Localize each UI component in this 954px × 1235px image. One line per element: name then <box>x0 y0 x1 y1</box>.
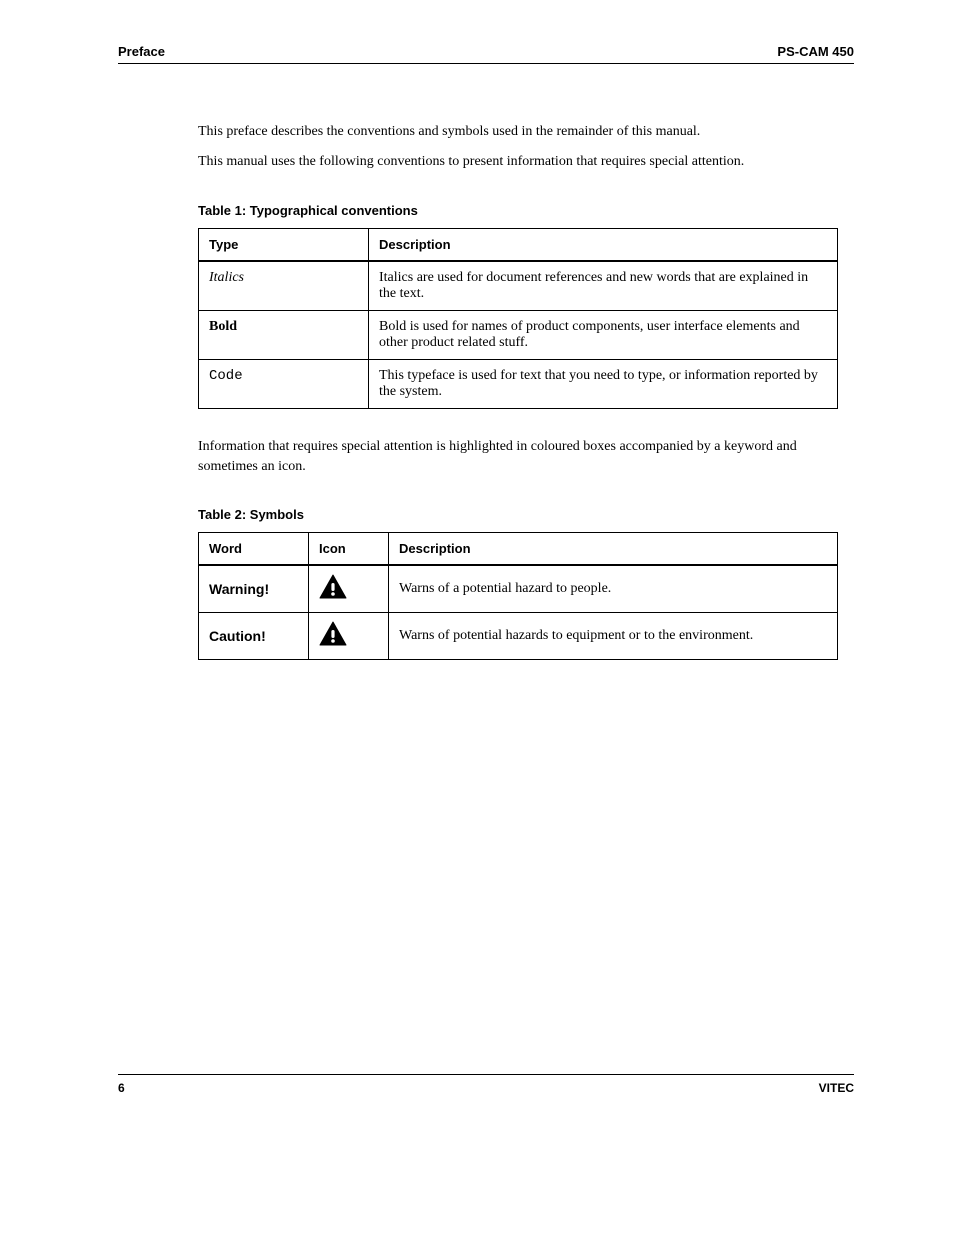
intro-paragraph-3: Information that requires special attent… <box>198 437 834 478</box>
intro-paragraph-1: This preface describes the conventions a… <box>198 122 834 142</box>
typographical-conventions-table: Type Description Italics Italics are use… <box>198 228 838 409</box>
table2-r0-word: Warning! <box>199 565 309 613</box>
warning-icon <box>319 621 347 651</box>
table1-r0-desc: Italics are used for document references… <box>369 261 838 311</box>
bold-label: Bold <box>209 319 237 334</box>
header-left: Preface <box>118 44 165 59</box>
page-header: Preface PS-CAM 450 <box>118 44 854 64</box>
table1-header-type: Type <box>199 228 369 261</box>
table2-caption: Table 2: Symbols <box>198 507 834 522</box>
table2-r1-word: Caution! <box>199 613 309 660</box>
table1-r2-type: Code <box>199 359 369 408</box>
table1-r2-desc: This typeface is used for text that you … <box>369 359 838 408</box>
header-right: PS-CAM 450 <box>777 44 854 59</box>
warning-icon <box>319 574 347 604</box>
table1-header-description: Description <box>369 228 838 261</box>
table-row: Italics Italics are used for document re… <box>199 261 838 311</box>
table-row: Code This typeface is used for text that… <box>199 359 838 408</box>
table-row: Bold Bold is used for names of product c… <box>199 310 838 359</box>
table-row: Warning! Warns of a potential hazard to … <box>199 565 838 613</box>
table-header-row: Word Icon Description <box>199 533 838 566</box>
table2-header-word: Word <box>199 533 309 566</box>
table2-header-icon: Icon <box>309 533 389 566</box>
italics-label: Italics <box>209 270 244 285</box>
footer-company: VITEC <box>819 1081 854 1095</box>
page-footer: 6 VITEC <box>118 1074 854 1095</box>
table2-header-description: Description <box>389 533 838 566</box>
page-content: This preface describes the conventions a… <box>198 122 834 660</box>
table2-r1-desc: Warns of potential hazards to equipment … <box>389 613 838 660</box>
table2-r0-icon-cell <box>309 565 389 613</box>
table1-r1-type: Bold <box>199 310 369 359</box>
table1-r0-type: Italics <box>199 261 369 311</box>
table-row: Caution! Warns of potential hazards to e… <box>199 613 838 660</box>
code-label: Code <box>209 368 243 384</box>
table1-r1-desc: Bold is used for names of product compon… <box>369 310 838 359</box>
intro-paragraph-2: This manual uses the following conventio… <box>198 152 834 172</box>
table2-r1-icon-cell <box>309 613 389 660</box>
table2-r0-desc: Warns of a potential hazard to people. <box>389 565 838 613</box>
table1-caption: Table 1: Typographical conventions <box>198 203 834 218</box>
symbols-table: Word Icon Description Warning! Wa <box>198 532 838 660</box>
footer-page-number: 6 <box>118 1081 125 1095</box>
table-header-row: Type Description <box>199 228 838 261</box>
